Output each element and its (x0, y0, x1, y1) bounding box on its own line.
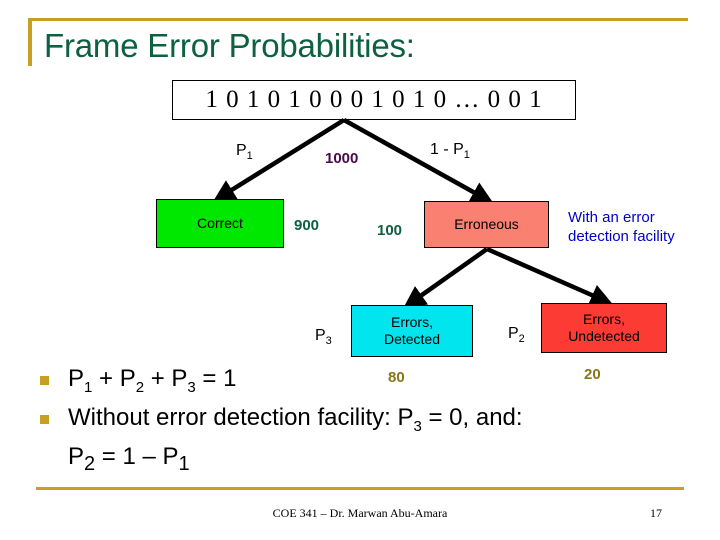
branch-label-p2: P2 (508, 325, 525, 345)
branch-label-p3-subscript: 3 (325, 335, 332, 348)
frame-bit-string: 1 0 1 0 1 0 0 0 1 0 1 0 … 0 0 1 (205, 86, 543, 113)
tree-node-correct: Correct (156, 199, 284, 248)
tree-node-correct-label: Correct (197, 215, 243, 231)
bullet-probability-sum-plus-p3: + P (144, 365, 188, 392)
branch-label-one-minus-p1-subscript: 1 (463, 149, 470, 162)
bullet-square-icon (40, 376, 49, 385)
tree-node-erroneous: Erroneous (424, 201, 549, 248)
bullet-probability-sum-p3-subscript: 3 (187, 378, 196, 396)
bullet-list: P1 + P2 + P3 = 1 Without error detection… (36, 364, 676, 478)
branch-label-p2-text: P (508, 325, 519, 342)
page-title: Frame Error Probabilities: (44, 27, 415, 64)
branch-label-p1-text: P (236, 142, 247, 159)
arrow-erroneous-to-errors-undetected (486, 246, 613, 306)
bullet-continuation-p2: P (68, 442, 85, 470)
branch-label-p3-text: P (315, 327, 326, 344)
footer-rule (36, 487, 684, 490)
bullet-without-edf-p3-subscript: 3 (413, 417, 422, 435)
bullet-item-probability-sum: P1 + P2 + P3 = 1 (36, 364, 676, 403)
branch-label-one-minus-p1-text: 1 - P (430, 141, 464, 158)
bullet-square-icon (40, 414, 49, 424)
bullet-continuation-equals: = 1 – P (95, 442, 179, 470)
branch-label-p1: P1 (236, 142, 253, 162)
branch-label-p1-subscript: 1 (246, 150, 253, 163)
title-accent-horizontal-rule (28, 18, 688, 21)
tree-node-errors-detected-line2: Detected (383, 331, 441, 347)
tree-node-errors-undetected-line1: Errors, (582, 311, 625, 327)
bullet-probability-sum-equals: = 1 (195, 365, 237, 392)
bullet-without-edf-suffix: = 0, and: (421, 403, 523, 431)
arrow-erroneous-to-errors-detected (403, 247, 489, 309)
tree-node-errors-detected-line1: Errors, (390, 314, 433, 330)
bullet-continuation-p1-subscript: 1 (178, 452, 190, 475)
bullet-without-edf-prefix: Without error detection facility: P (68, 403, 414, 431)
frame-bit-string-box: 1 0 1 0 1 0 0 0 1 0 1 0 … 0 0 1 (172, 80, 576, 120)
tree-node-errors-undetected: Errors, Undetected (541, 303, 667, 353)
bullet-item-without-error-detection-continuation: P2 = 1 – P1 (36, 442, 676, 479)
footer-page-number: 17 (650, 506, 662, 520)
bullet-probability-sum-p2-subscript: 2 (135, 378, 145, 396)
bullet-probability-sum-plus-p2: + P (92, 365, 136, 392)
title-accent-vertical-bar (28, 18, 32, 66)
footer-course-credit: COE 341 – Dr. Marwan Abu-Amara (272, 506, 448, 520)
count-total-frames: 1000 (325, 150, 359, 167)
bullet-continuation-p2-subscript: 2 (84, 452, 96, 475)
count-erroneous: 100 (377, 222, 403, 239)
count-correct: 900 (294, 217, 320, 234)
bullet-item-without-error-detection: Without error detection facility: P3 = 0… (36, 403, 676, 442)
branch-label-one-minus-p1: 1 - P1 (430, 141, 470, 161)
branch-label-p3: P3 (315, 327, 332, 347)
tree-node-errors-undetected-line2: Undetected (568, 328, 640, 344)
bullet-probability-sum-p1: P (68, 365, 85, 392)
branch-label-p2-subscript: 2 (518, 333, 525, 346)
annotation-error-detection-facility: With an error detection facility (568, 209, 675, 245)
slide: Frame Error Probabilities: 1 0 1 0 1 0 0… (0, 0, 720, 540)
tree-node-errors-detected: Errors, Detected (351, 305, 473, 357)
tree-node-erroneous-label: Erroneous (454, 216, 519, 232)
